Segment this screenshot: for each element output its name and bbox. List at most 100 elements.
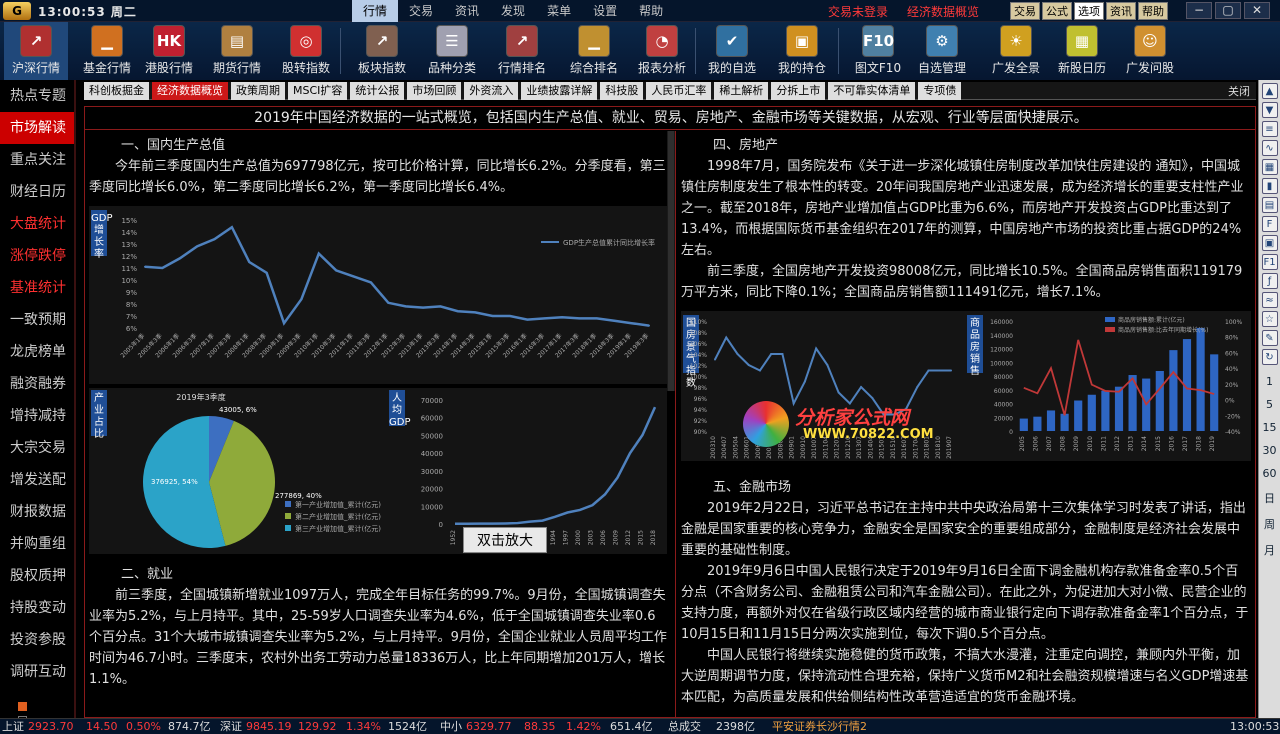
nav-item[interactable]: 并购重组	[0, 528, 74, 560]
rank-bar-icon: ▁	[578, 25, 610, 57]
period-button[interactable]: 5	[1259, 398, 1280, 411]
tab-item[interactable]: 经济数据概览	[152, 82, 228, 100]
toolbar-button[interactable]: ↗ 板块指数	[350, 22, 414, 80]
period-button[interactable]: 月	[1259, 542, 1280, 558]
pen-icon[interactable]: ✎	[1261, 330, 1278, 346]
toolbar-button[interactable]: ▁ 综合排名	[562, 22, 626, 80]
doc-icon[interactable]: ▣	[1261, 235, 1278, 251]
toolbar-button[interactable]: F10 图文F10	[846, 22, 910, 80]
up-arrow-icon[interactable]: ▲	[1261, 83, 1278, 99]
login-status-link[interactable]: 交易未登录	[828, 3, 888, 20]
nav-item[interactable]: 增发送配	[0, 464, 74, 496]
tab-item[interactable]: 不可靠实体清单	[828, 82, 916, 100]
news-button[interactable]: 资讯	[1106, 2, 1136, 20]
menu-item[interactable]: 菜单	[536, 0, 582, 22]
scroll-thumb[interactable]	[668, 131, 674, 391]
menu-item[interactable]: 设置	[582, 0, 628, 22]
toolbar-button[interactable]: ▦ 新股日历	[1050, 22, 1114, 80]
tab-item[interactable]: 科技股	[600, 82, 644, 100]
period-button[interactable]: 1	[1259, 375, 1280, 388]
nav-item[interactable]: 热点专题	[0, 80, 74, 112]
period-button[interactable]: 日	[1259, 490, 1280, 506]
data-point	[543, 317, 546, 320]
list-icon[interactable]: ≡	[1261, 121, 1278, 137]
period-button[interactable]: 30	[1259, 444, 1280, 457]
nav-item[interactable]: 基准统计	[0, 272, 74, 304]
formula-button[interactable]: 公式	[1042, 2, 1072, 20]
toolbar-button[interactable]: ↗ 沪深行情	[4, 22, 68, 80]
zoom-button[interactable]: 双击放大	[463, 527, 547, 553]
toolbar-button[interactable]: HK 港股行情	[137, 22, 201, 80]
toolbar-button[interactable]: ▤ 期货行情	[205, 22, 269, 80]
f1-icon[interactable]: F1	[1261, 254, 1278, 270]
tab-item[interactable]: 人民币汇率	[646, 82, 712, 100]
fx-icon[interactable]: ƒ	[1261, 273, 1278, 289]
wave-icon[interactable]: ≈	[1261, 292, 1278, 308]
econ-overview-link[interactable]: 经济数据概览	[907, 3, 979, 20]
tab-item[interactable]: 外资流入	[464, 82, 519, 100]
toolbar-button[interactable]: ⚙ 自选管理	[910, 22, 974, 80]
close-icon[interactable]: ✕	[1244, 2, 1270, 19]
industry-gdp-charts[interactable]: 产业占比 人均GDP 2019年3季度 43005, 6% 第一产业增加值_累计(亿…	[89, 388, 667, 554]
nav-item[interactable]: 持股变动	[0, 592, 74, 624]
minimize-icon[interactable]: −	[1186, 2, 1212, 19]
globe-icon: ◎	[290, 25, 322, 57]
chart-icon[interactable]: ∿	[1261, 140, 1278, 156]
star-icon[interactable]: ☆	[1261, 311, 1278, 327]
nav-item[interactable]: 财报数据	[0, 496, 74, 528]
tab-item[interactable]: 业绩披露详解	[521, 82, 598, 100]
tab-item[interactable]: 专项债	[918, 82, 962, 100]
menu-item[interactable]: 帮助	[628, 0, 674, 22]
grid-icon[interactable]: ▦	[1261, 159, 1278, 175]
menu-item[interactable]: 资讯	[444, 0, 490, 22]
toolbar-button[interactable]: ↗ 行情排名	[490, 22, 554, 80]
tab-item[interactable]: MSCI扩容	[288, 82, 348, 100]
nav-item[interactable]: 财经日历	[0, 176, 74, 208]
nav-item[interactable]: 大宗交易	[0, 432, 74, 464]
toolbar-button[interactable]: ✔ 我的自选	[700, 22, 764, 80]
period-button[interactable]: 周	[1259, 516, 1280, 532]
toolbar-button[interactable]: ◔ 报表分析	[630, 22, 694, 80]
f10-icon[interactable]: F	[1261, 216, 1278, 232]
nav-item[interactable]: 调研互动	[0, 656, 74, 688]
toolbar-button[interactable]: ◎ 股转指数	[274, 22, 338, 80]
toolbar-button[interactable]: ▁ 基金行情	[75, 22, 139, 80]
gdp-growth-chart[interactable]: GDP增长率 15% 14% 13% 12% 11% 10% 9% 8% 7% 6% 2005年1季…	[89, 206, 667, 384]
maximize-icon[interactable]: ▢	[1215, 2, 1241, 19]
trade-button[interactable]: 交易	[1010, 2, 1040, 20]
menu-item[interactable]: 行情	[352, 0, 399, 22]
tab-item[interactable]: 科创板掘金	[84, 82, 149, 100]
kline-icon[interactable]: ▮	[1261, 178, 1278, 194]
nav-item[interactable]: 涨停跌停	[0, 240, 74, 272]
nav-item[interactable]: 大盘统计	[0, 208, 74, 240]
menu-item[interactable]: 发现	[490, 0, 536, 22]
vertical-scrollbar[interactable]	[667, 131, 675, 391]
tab-item[interactable]: 分拆上市	[771, 82, 826, 100]
nav-item[interactable]: 龙虎榜单	[0, 336, 74, 368]
refresh-icon[interactable]: ↻	[1261, 349, 1278, 365]
nav-item[interactable]: 股权质押	[0, 560, 74, 592]
period-button[interactable]: 60	[1259, 467, 1280, 480]
table-icon[interactable]: ▤	[1261, 197, 1278, 213]
nav-item[interactable]: 投资参股	[0, 624, 74, 656]
toolbar-button[interactable]: ▣ 我的持仓	[770, 22, 834, 80]
tab-item[interactable]: 统计公报	[350, 82, 405, 100]
help-button[interactable]: 帮助	[1138, 2, 1168, 20]
period-button[interactable]: 15	[1259, 421, 1280, 434]
down-arrow-icon[interactable]: ▼	[1261, 102, 1278, 118]
toolbar-button[interactable]: ☀ 广发全景	[984, 22, 1048, 80]
menu-item[interactable]: 交易	[398, 0, 444, 22]
close-tab-button[interactable]: 关闭	[1228, 83, 1250, 99]
toolbar-button[interactable]: ☰ 品种分类	[420, 22, 484, 80]
page-dot-icon[interactable]	[18, 702, 27, 711]
nav-item[interactable]: 融资融券	[0, 368, 74, 400]
nav-item[interactable]: 重点关注	[0, 144, 74, 176]
toolbar-button[interactable]: ☺ 广发问股	[1118, 22, 1182, 80]
nav-item[interactable]: 一致预期	[0, 304, 74, 336]
tab-item[interactable]: 政策周期	[231, 82, 285, 100]
tab-item[interactable]: 稀土解析	[714, 82, 769, 100]
nav-item[interactable]: 市场解读	[0, 112, 74, 144]
tab-item[interactable]: 市场回顾	[407, 82, 462, 100]
nav-item[interactable]: 增持减持	[0, 400, 74, 432]
options-button[interactable]: 选项	[1074, 2, 1104, 20]
